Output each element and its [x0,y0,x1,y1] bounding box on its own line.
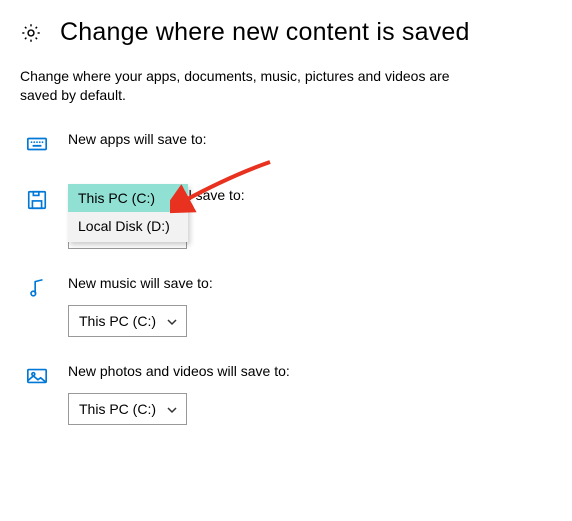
page-title: Change where new content is saved [60,18,470,47]
music-label: New music will save to: [68,275,552,291]
photos-selected-value: This PC (C:) [79,401,156,417]
dropdown-option[interactable]: Local Disk (D:) [68,212,188,240]
apps-dropdown-flyout[interactable]: This PC (C:) Local Disk (D:) [68,184,188,242]
music-note-icon [20,277,68,299]
gear-icon [20,22,42,44]
section-music: New music will save to: This PC (C:) [20,275,552,337]
photos-combobox[interactable]: This PC (C:) [68,393,187,425]
picture-icon [20,365,68,387]
music-selected-value: This PC (C:) [79,313,156,329]
page-description: Change where your apps, documents, music… [20,67,450,105]
music-combobox[interactable]: This PC (C:) [68,305,187,337]
page-header: Change where new content is saved [20,18,552,47]
chevron-down-icon [166,315,178,327]
save-icon [20,189,68,211]
chevron-down-icon [166,403,178,415]
photos-label: New photos and videos will save to: [68,363,552,379]
section-apps: New apps will save to: [20,131,552,161]
section-photos: New photos and videos will save to: This… [20,363,552,425]
dropdown-option[interactable]: This PC (C:) [68,184,188,212]
keyboard-icon [20,133,68,155]
apps-label: New apps will save to: [68,131,552,147]
